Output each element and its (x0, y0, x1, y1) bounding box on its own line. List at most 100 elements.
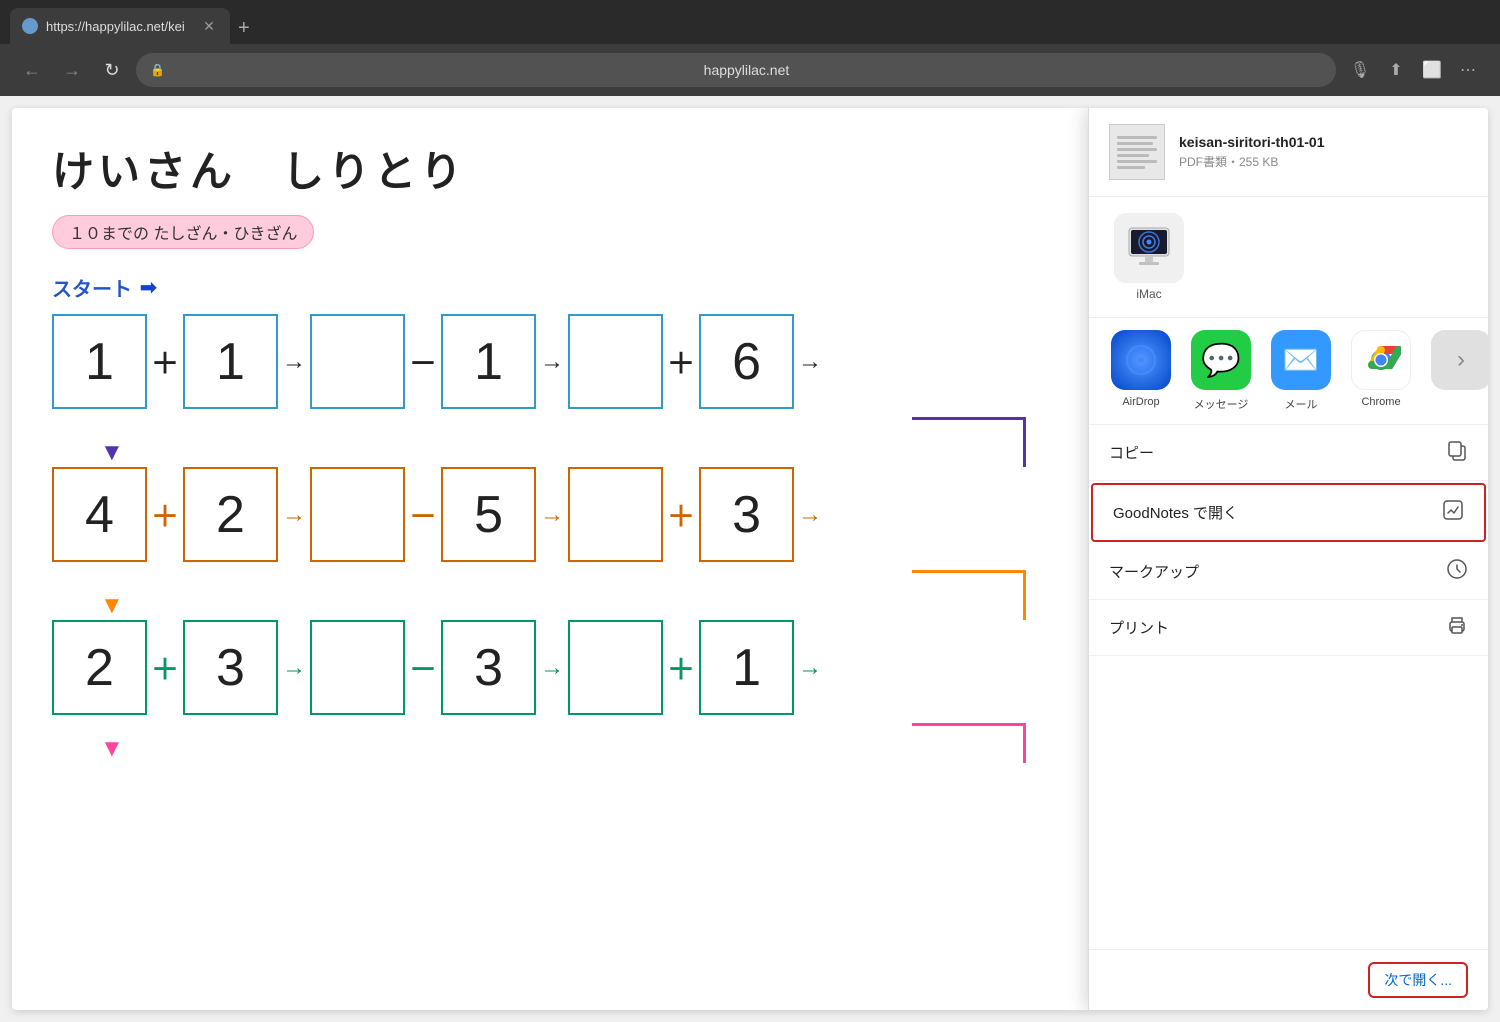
arrow-2-2: → (540, 501, 564, 529)
arrow-2-3: → (798, 501, 822, 529)
share-filename: keisan-siritori-th01-01 (1179, 134, 1468, 150)
math-box-3-5 (568, 620, 663, 715)
subtitle-badge: １０までの たしざん・ひきざん (52, 215, 314, 249)
mail-emoji: ✉️ (1282, 343, 1319, 378)
arrow-1-1: → (282, 348, 306, 376)
op-2-1: ＋ (151, 495, 179, 535)
copy-icon (1446, 439, 1468, 466)
action-list: コピー GoodNotes で開く (1089, 425, 1488, 949)
copy-action[interactable]: コピー (1089, 425, 1488, 481)
math-box-3-1: 2 (52, 620, 147, 715)
address-bar[interactable]: 🔒 happylilac.net (136, 53, 1336, 87)
math-box-1-6: 6 (699, 314, 794, 409)
connector-arrow-3: ▼ (100, 735, 124, 763)
start-arrow: ➡ (140, 275, 157, 300)
math-box-3-2: 3 (183, 620, 278, 715)
active-tab[interactable]: https://happylilac.net/kei ✕ (10, 8, 230, 44)
airdrop-imac-icon (1114, 213, 1184, 283)
messages-emoji: 💬 (1201, 341, 1241, 379)
browser-frame: https://happylilac.net/kei ✕ + ← → ↻ 🔒 h… (0, 0, 1500, 1022)
microphone-button[interactable]: 🎙 (1344, 54, 1376, 86)
forward-button[interactable]: → (56, 54, 88, 86)
math-box-3-4: 3 (441, 620, 536, 715)
copy-icon-svg (1446, 439, 1468, 461)
math-box-2-5 (568, 467, 663, 562)
copy-label: コピー (1109, 442, 1154, 463)
goodnotes-icon-svg (1442, 499, 1464, 521)
thumbnail-lines (1113, 132, 1161, 173)
airdrop-app-item[interactable]: AirDrop (1109, 330, 1173, 408)
start-text: スタート (52, 273, 132, 302)
next-open-button[interactable]: 次で開く... (1368, 962, 1468, 998)
op-3-2: － (409, 648, 437, 688)
more-button[interactable]: ⋯ (1452, 54, 1484, 86)
math-box-1-2: 1 (183, 314, 278, 409)
op-2-3: ＋ (667, 495, 695, 535)
thumb-line (1117, 154, 1149, 157)
chrome-icon-svg (1361, 340, 1401, 380)
tab-bar: https://happylilac.net/kei ✕ + (0, 0, 1500, 44)
math-box-2-4: 5 (441, 467, 536, 562)
panel-footer: 次で開く... (1089, 949, 1488, 1010)
op-2-2: － (409, 495, 437, 535)
op-1-3: ＋ (667, 342, 695, 382)
op-3-1: ＋ (151, 648, 179, 688)
airdrop-icon-svg (1123, 342, 1159, 378)
back-button[interactable]: ← (16, 54, 48, 86)
mail-app-icon: ✉️ (1271, 330, 1331, 390)
print-icon (1446, 614, 1468, 641)
print-action[interactable]: プリント (1089, 600, 1488, 656)
arrow-1-2: → (540, 348, 564, 376)
math-box-2-2: 2 (183, 467, 278, 562)
tab-close-button[interactable]: ✕ (200, 17, 218, 35)
markup-label: マークアップ (1109, 561, 1199, 582)
arrow-2-1: → (282, 501, 306, 529)
math-box-2-3 (310, 467, 405, 562)
airdrop-app-icon (1111, 330, 1171, 390)
refresh-button[interactable]: ↻ (96, 54, 128, 86)
airdrop-imac-device[interactable]: iMac (1109, 213, 1189, 301)
new-tab-button[interactable]: + (238, 17, 250, 40)
thumb-line (1117, 148, 1157, 151)
markup-action[interactable]: マークアップ (1089, 544, 1488, 600)
thumb-line (1117, 136, 1157, 139)
math-box-1-5 (568, 314, 663, 409)
chrome-app-item[interactable]: Chrome (1349, 330, 1413, 408)
share-file-info: keisan-siritori-th01-01 PDF書類・255 KB (1179, 134, 1468, 170)
print-icon-svg (1446, 614, 1468, 636)
tabs-button[interactable]: ⬜ (1416, 54, 1448, 86)
messages-label: メッセージ (1194, 396, 1249, 412)
markup-icon-svg (1446, 558, 1468, 580)
nav-right-controls: 🎙 ⬆ ⬜ ⋯ (1344, 54, 1484, 86)
address-text: happylilac.net (171, 62, 1322, 78)
op-1-1: ＋ (151, 342, 179, 382)
thumb-line (1117, 160, 1157, 163)
math-box-3-6: 1 (699, 620, 794, 715)
apps-section: AirDrop 💬 メッセージ ✉️ メール (1089, 318, 1488, 425)
tab-title: https://happylilac.net/kei (46, 19, 192, 34)
imac-label: iMac (1136, 287, 1161, 301)
nav-bar: ← → ↻ 🔒 happylilac.net 🎙 ⬆ ⬜ ⋯ (0, 44, 1500, 96)
chrome-app-icon (1351, 330, 1411, 390)
page-content: なまえ がつ にち けいさん しりとり １０までの たしざん・ひきざん スタート… (0, 96, 1500, 1022)
goodnotes-icon (1442, 499, 1464, 526)
imac-svg (1125, 226, 1173, 270)
op-3-3: ＋ (667, 648, 695, 688)
arrow-3-1: → (282, 654, 306, 682)
mail-app-item[interactable]: ✉️ メール (1269, 330, 1333, 412)
tab-favicon (22, 18, 38, 34)
more-app-item[interactable]: › (1429, 330, 1488, 390)
white-page: なまえ がつ にち けいさん しりとり １０までの たしざん・ひきざん スタート… (12, 108, 1488, 1010)
goodnotes-action[interactable]: GoodNotes で開く (1091, 483, 1486, 542)
connector-arrow-2: ▼ (100, 592, 124, 620)
print-label: プリント (1109, 617, 1169, 638)
airdrop-section: iMac (1089, 197, 1488, 318)
lock-icon: 🔒 (150, 63, 165, 77)
share-panel: keisan-siritori-th01-01 PDF書類・255 KB (1088, 108, 1488, 1010)
chrome-label: Chrome (1361, 396, 1400, 408)
math-box-2-6: 3 (699, 467, 794, 562)
arrow-3-3: → (798, 654, 822, 682)
messages-app-item[interactable]: 💬 メッセージ (1189, 330, 1253, 412)
share-button[interactable]: ⬆ (1380, 54, 1412, 86)
mail-label: メール (1285, 396, 1318, 412)
